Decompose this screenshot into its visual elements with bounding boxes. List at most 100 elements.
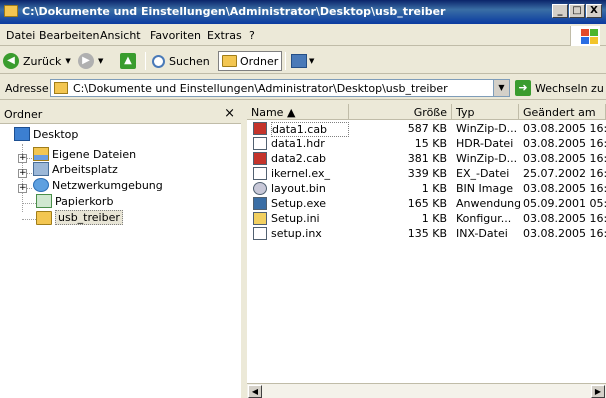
file-size: 339 KB [407,167,447,180]
file-modified: 03.08.2005 16:1 [523,182,606,195]
back-button[interactable]: ◀ Zurück ▼ [3,51,71,71]
folder-icon [54,82,68,94]
file-name: setup.inx [271,227,322,240]
file-row[interactable]: setup.inx 135 KB INX-Datei 03.08.2005 16:1 [247,226,606,242]
file-row[interactable]: data1.cab 587 KB WinZip-D... 03.08.2005 16:… [247,121,606,137]
address-dropdown-button[interactable]: ▼ [493,80,509,96]
cab-icon [253,152,267,165]
tree-item-arbeitsplatz[interactable]: Arbeitsplatz [33,162,118,176]
file-name: data1.hdr [271,137,325,150]
tree-line [22,203,36,204]
file-row[interactable]: data2.cab 381 KB WinZip-D... 03.08.2005 16:… [247,151,606,167]
close-folder-pane-icon[interactable]: × [224,106,235,121]
file-icon [253,227,267,240]
forward-button[interactable]: ▶ ▼ [78,51,103,71]
file-modified: 03.08.2005 16:1 [523,137,606,150]
menu-favoriten[interactable]: Favoriten [150,29,201,42]
file-row[interactable]: Setup.exe 165 KB Anwendung 05.09.2001 05:0 [247,196,606,212]
tree-line [22,219,36,220]
horizontal-scrollbar[interactable]: ◀ ▶ [247,383,606,398]
folder-pane-title: Ordner [4,108,43,121]
search-button[interactable]: Suchen [152,51,210,71]
search-icon [152,54,165,68]
dropdown-arrow-icon[interactable]: ▼ [65,57,70,65]
address-value: C:\Dokumente und Einstellungen\Administr… [73,82,448,95]
go-button[interactable]: Wechseln zu [535,82,604,95]
windows-logo-icon [570,26,600,46]
scroll-left-icon[interactable]: ◀ [248,385,262,398]
tree-item-label: Desktop [33,127,79,141]
column-modified[interactable]: Geändert am [519,104,606,120]
my-documents-icon [33,147,49,161]
file-row[interactable]: data1.hdr 15 KB HDR-Datei 03.08.2005 16:1 [247,136,606,152]
file-icon [253,167,267,180]
title-bar[interactable]: C:\Dokumente und Einstellungen\Administr… [0,0,606,24]
ini-icon [253,212,267,225]
file-modified: 05.09.2001 05:0 [523,197,606,210]
menu-help[interactable]: ? [249,29,255,42]
scroll-right-icon[interactable]: ▶ [591,385,605,398]
tree-item-usb-treiber[interactable]: usb_treiber [36,210,123,225]
tree-item-desktop[interactable]: Desktop [14,127,78,141]
file-name: Setup.ini [271,212,320,225]
file-size: 15 KB [414,137,447,150]
tree-item-eigene-dateien[interactable]: Eigene Dateien [33,147,136,161]
address-input[interactable]: C:\Dokumente und Einstellungen\Administr… [50,79,510,97]
file-modified: 25.07.2002 16:0 [523,167,606,180]
column-size[interactable]: Größe [349,104,452,120]
file-type: BIN Image [456,182,513,195]
file-name: ikernel.ex_ [271,167,331,180]
expand-icon[interactable]: + [18,169,27,178]
file-type: Konfigur... [456,212,512,225]
expand-icon[interactable]: + [18,154,27,163]
tree-item-papierkorb[interactable]: Papierkorb [36,194,113,208]
folder-icon [4,5,18,17]
minimize-button[interactable]: _ [552,4,568,18]
menu-bearbeiten[interactable]: Bearbeiten [39,29,99,42]
column-type[interactable]: Typ [452,104,519,120]
toolbar-separator [145,52,146,70]
tree-item-label: usb_treiber [55,210,123,225]
menu-bar: Datei Bearbeiten Ansicht Favoriten Extra… [0,26,606,46]
file-modified: 03.08.2005 16:1 [523,212,606,225]
file-row[interactable]: ikernel.ex_ 339 KB EX_-Datei 25.07.2002 16:… [247,166,606,182]
tree-item-label: Papierkorb [55,194,114,208]
folder-pane-header: Ordner × [0,104,241,124]
folder-pane: Ordner × Desktop + Eigene Dateien + Arbe… [0,104,244,398]
go-arrow-icon[interactable]: ➜ [515,80,531,96]
folders-label: Ordner [240,54,279,68]
menu-datei[interactable]: Datei [6,29,35,42]
folders-button[interactable]: Ordner [218,51,283,71]
views-button[interactable]: ▼ [291,51,314,71]
window-title: C:\Dokumente und Einstellungen\Administr… [22,5,446,18]
file-name: Setup.exe [271,197,327,210]
tree-item-label: Eigene Dateien [52,147,137,161]
file-name: layout.bin [271,182,326,195]
maximize-button[interactable]: □ [569,4,585,18]
column-name[interactable]: Name ▲ [247,104,349,120]
dropdown-arrow-icon[interactable]: ▼ [98,57,103,65]
views-icon [291,54,307,68]
file-row[interactable]: Setup.ini 1 KB Konfigur... 03.08.2005 16:1 [247,211,606,227]
file-name: data1.cab [271,122,349,137]
folder-icon [36,210,52,225]
file-modified: 03.08.2005 16:1 [523,227,606,240]
menu-extras[interactable]: Extras [207,29,242,42]
disc-icon [253,182,267,195]
tree-item-netzwerkumgebung[interactable]: Netzwerkumgebung [33,178,163,192]
cab-icon [253,122,267,135]
tree-item-label: Arbeitsplatz [52,162,118,176]
toolbar: ◀ Zurück ▼ ▶ ▼ ▲ Suchen Ordner ▼ [0,48,606,74]
file-size: 165 KB [407,197,447,210]
menu-ansicht[interactable]: Ansicht [100,29,141,42]
up-button[interactable]: ▲ [120,51,136,71]
file-size: 381 KB [407,152,447,165]
back-arrow-icon: ◀ [3,53,19,69]
folder-icon [222,55,237,67]
file-size: 587 KB [407,122,447,135]
expand-icon[interactable]: + [18,184,27,193]
recycle-bin-icon [36,194,52,208]
file-type: EX_-Datei [456,167,510,180]
close-button[interactable]: X [586,4,602,18]
file-row[interactable]: layout.bin 1 KB BIN Image 03.08.2005 16:1 [247,181,606,197]
